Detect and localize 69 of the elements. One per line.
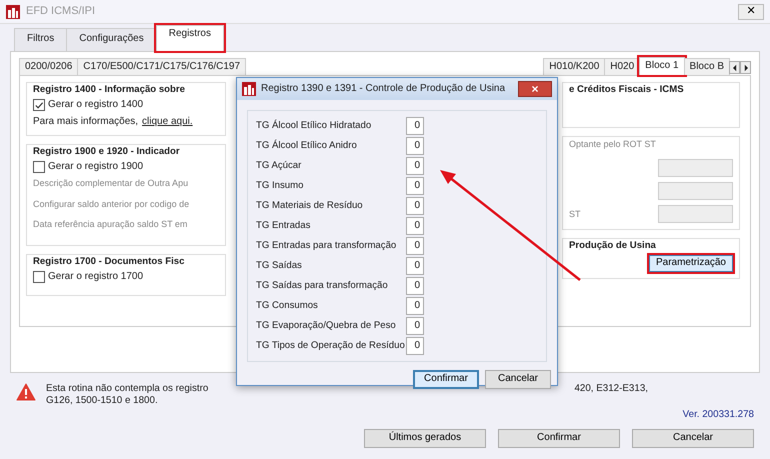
window-title: EFD ICMS/IPI [26, 4, 96, 18]
dialog-button[interactable]: Confirmar [413, 370, 479, 389]
number-field[interactable]: 0 [406, 197, 424, 215]
group-title: Registro 1700 - Documentos Fisc [33, 256, 184, 268]
field-label: ST [569, 208, 581, 220]
tab[interactable]: C170/E500/C171/C175/C176/C197 [77, 58, 246, 75]
scroll-left-button[interactable] [729, 61, 740, 74]
app-logo-icon [242, 82, 256, 96]
checkbox[interactable] [33, 161, 45, 174]
number-field[interactable]: 0 [406, 217, 424, 235]
checkbox-label: Gerar o registro 1700 [48, 271, 144, 284]
notice-text: Esta rotina não contempla os registro [46, 383, 208, 396]
group-title: Produção de Usina [569, 240, 657, 252]
info-text: Para mais informações, [33, 116, 138, 129]
group-title: Registro 1900 e 1920 - Indicador [33, 146, 180, 158]
number-field[interactable]: 0 [406, 157, 424, 175]
field-label: TG Materiais de Resíduo [256, 200, 364, 212]
window-button[interactable]: Cancelar [632, 429, 754, 448]
field-label: TG Açúcar [256, 160, 302, 172]
field-label: TG Consumos [256, 300, 319, 312]
field-label: TG Saídas [256, 260, 303, 272]
number-field[interactable]: 0 [406, 237, 424, 255]
number-field[interactable]: 0 [406, 137, 424, 155]
number-field[interactable]: 0 [406, 297, 424, 315]
scroll-right-button[interactable] [740, 61, 751, 74]
close-button[interactable]: ✕ [738, 4, 764, 20]
checkbox[interactable] [33, 271, 45, 284]
notice-text: 420, E312-E313, [574, 383, 648, 396]
parametrization-button[interactable]: Parametrização [648, 255, 733, 272]
field-label: TG Saídas para transformação [256, 280, 389, 292]
notice-text: G126, 1500-1510 e 1800. [46, 395, 159, 408]
field-label: Data referência apuração saldo ST em [33, 218, 188, 230]
group-title: e Créditos Fiscais - ICMS [569, 84, 684, 96]
checkbox[interactable] [33, 99, 45, 112]
field-label: TG Álcool Etílico Anidro [256, 140, 358, 152]
tab[interactable]: Bloco B [684, 58, 730, 75]
warning-icon [16, 383, 36, 401]
checkbox-label: Gerar o registro 1400 [48, 98, 144, 112]
group-title: Registro 1400 - Informação sobre [33, 84, 185, 96]
field-label: TG Álcool Etílico Hidratado [256, 120, 372, 132]
field-label: Descrição complementar de Outra Apu [33, 178, 188, 190]
close-button[interactable]: × [518, 81, 552, 97]
tab[interactable]: Configurações [66, 28, 157, 51]
help-link[interactable]: clique aqui. [142, 116, 193, 129]
number-field[interactable]: 0 [406, 317, 424, 335]
number-field[interactable]: 0 [406, 257, 424, 275]
number-field[interactable]: 0 [406, 177, 424, 195]
tab[interactable]: H010/K200 [543, 58, 606, 75]
tab[interactable]: Registros [156, 25, 224, 51]
tab[interactable]: 0200/0206 [19, 58, 78, 75]
number-field[interactable]: 0 [406, 117, 424, 135]
window-button[interactable]: Últimos gerados [364, 429, 486, 448]
field-label: TG Tipos de Operação de Resíduo [256, 340, 406, 352]
field-label: Optante pelo ROT ST [569, 139, 657, 150]
dialog-button[interactable]: Cancelar [485, 370, 551, 389]
checkbox-label: Gerar o registro 1900 [48, 160, 144, 174]
field-label: Configurar saldo anterior por codigo de [33, 198, 190, 210]
tab[interactable]: Filtros [14, 28, 68, 51]
version-label: Ver. 200331.278 [682, 408, 754, 421]
dialog-title: Registro 1390 e 1391 - Controle de Produção de Usina [261, 82, 506, 96]
number-field[interactable]: 0 [406, 277, 424, 295]
window-button[interactable]: Confirmar [498, 429, 620, 448]
caret-right-icon [742, 64, 748, 72]
number-field[interactable]: 0 [406, 337, 424, 355]
app-logo-icon [6, 4, 20, 18]
field-label: TG Insumo [256, 180, 304, 192]
field-label: TG Entradas [256, 220, 312, 232]
field-label: TG Entradas para transformação [256, 240, 398, 252]
field-label: TG Evaporação/Quebra de Peso [256, 320, 397, 332]
